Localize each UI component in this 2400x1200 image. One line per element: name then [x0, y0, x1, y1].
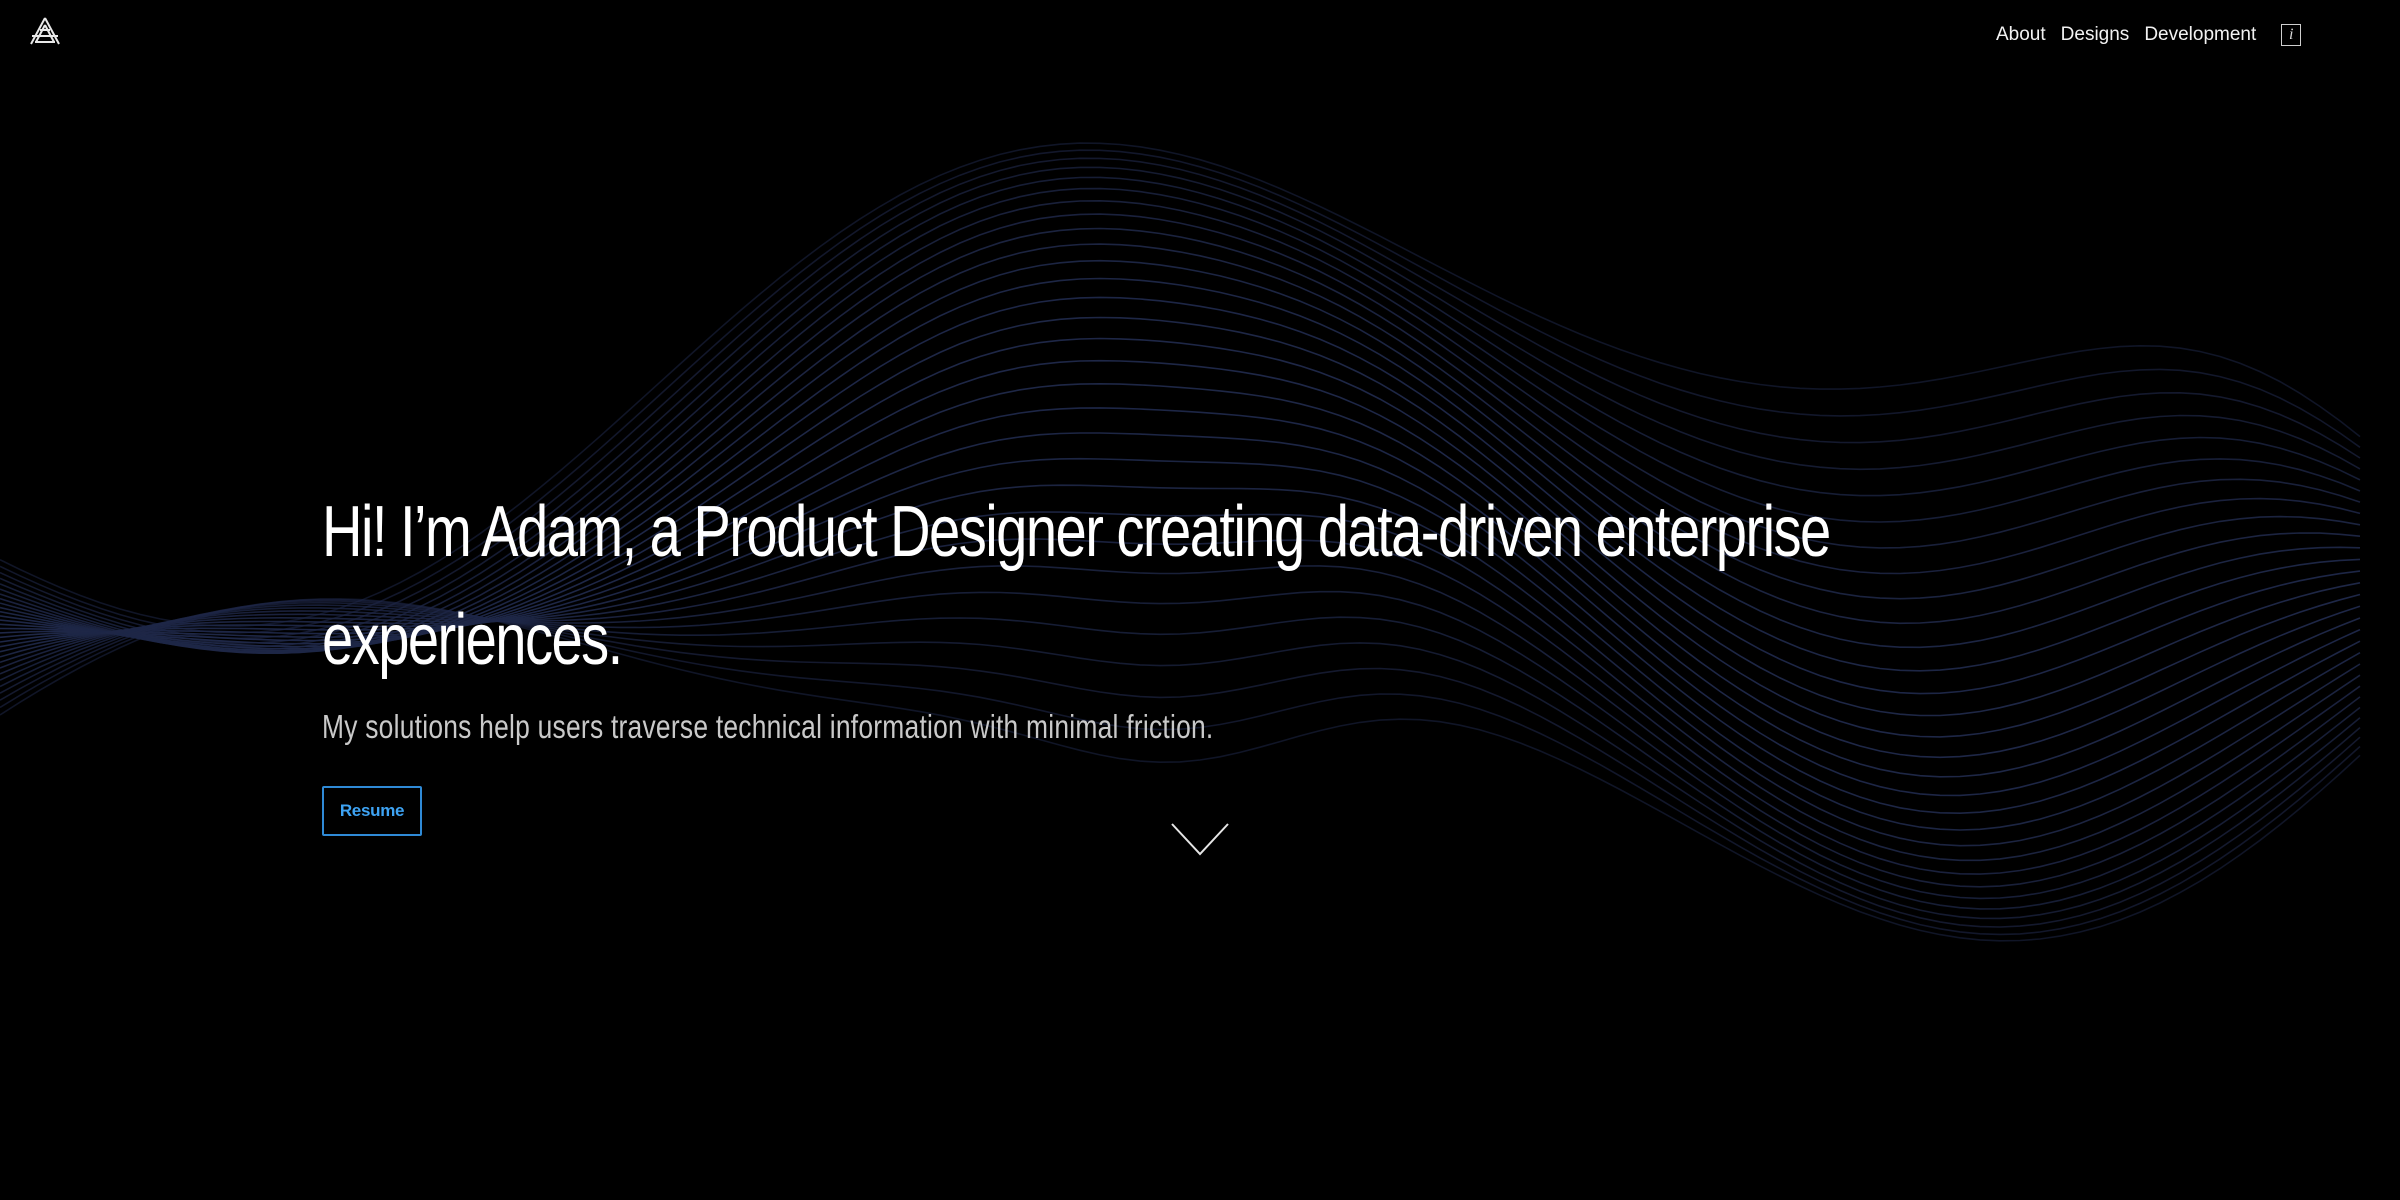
hero-subtitle: My solutions help users traverse technic… — [322, 708, 1214, 745]
hero-title: Hi! I’m Adam, a Product Designer creatin… — [322, 492, 1831, 680]
top-navigation: About Designs Development i — [1996, 22, 2302, 48]
hero-section: Hi! I’m Adam, a Product Designer creatin… — [322, 478, 1982, 836]
landing-page: About Designs Development i Hi! I’m Adam… — [0, 0, 2400, 1200]
nav-link-about[interactable]: About — [1996, 22, 2046, 48]
chevron-down-icon[interactable] — [1170, 822, 1230, 858]
info-glyph: i — [2289, 26, 2294, 43]
info-icon[interactable]: i — [2281, 24, 2302, 46]
mountain-logo-icon[interactable] — [28, 16, 62, 48]
nav-link-development[interactable]: Development — [2144, 22, 2256, 48]
nav-link-designs[interactable]: Designs — [2061, 22, 2130, 48]
resume-button[interactable]: Resume — [322, 786, 422, 836]
